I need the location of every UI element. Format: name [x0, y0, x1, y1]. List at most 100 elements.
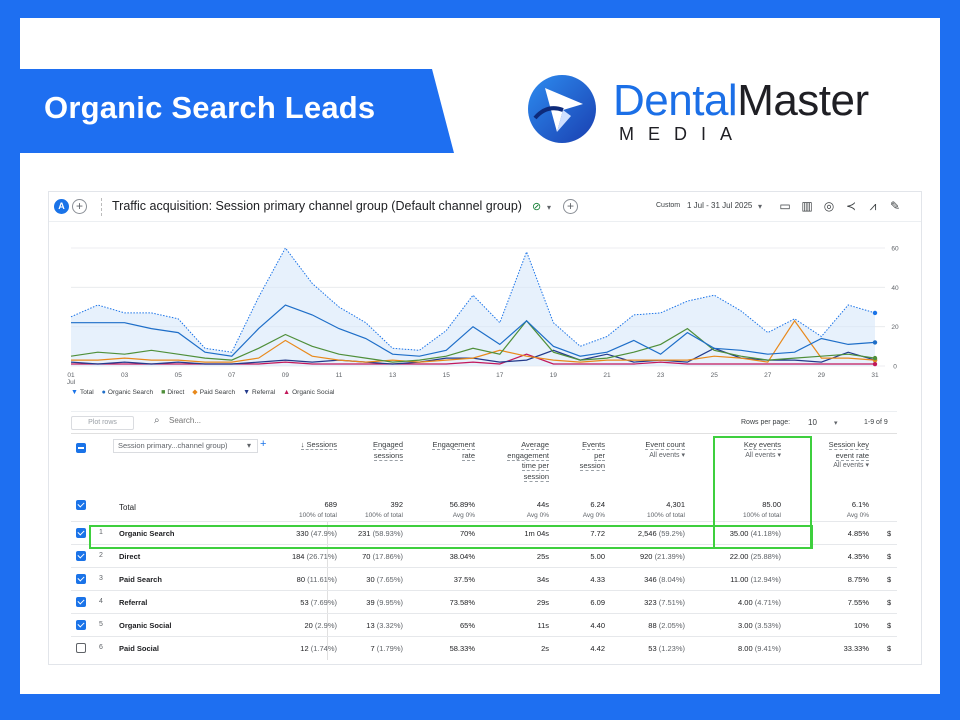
row-channel-name[interactable]: Organic Social: [119, 621, 172, 630]
cell-percent: (7.51%): [658, 598, 685, 607]
y-tick-label: 20: [891, 324, 899, 331]
add-report-icon[interactable]: +: [563, 199, 578, 214]
cell-percent: (1.79%): [376, 644, 403, 653]
add-comparison-icon[interactable]: +: [72, 199, 87, 214]
table-row[interactable]: 6 Paid Social 12 (1.74%) 7 (1.79%) 58.33% 2s 4…: [71, 636, 897, 660]
x-tick-label: 15: [443, 372, 451, 379]
totals-note: Avg 0%: [526, 512, 549, 519]
row-cell: 6.09: [590, 598, 605, 607]
dimension-dropdown-icon[interactable]: ▾: [247, 441, 251, 450]
date-range-picker[interactable]: 1 Jul - 31 Jul 2025: [687, 201, 752, 210]
logo-subtitle: MEDIA: [619, 124, 747, 144]
table-row[interactable]: 5 Organic Social 20 (2.9%) 13 (3.32%) 65% 11s…: [71, 613, 897, 637]
logo-mark-icon: [528, 75, 596, 143]
row-checkbox[interactable]: [76, 528, 86, 538]
column-header-1[interactable]: Engaged sessions: [372, 440, 403, 461]
cell-percent: (1.74%): [310, 644, 337, 653]
x-tick-label: 03: [121, 372, 129, 379]
row-cell: 4.00 (4.71%): [738, 598, 781, 607]
row-cell: 5.00: [590, 552, 605, 561]
legend-marker-icon: ▲: [283, 388, 291, 396]
row-checkbox[interactable]: [76, 643, 86, 653]
table-row[interactable]: 3 Paid Search 80 (11.61%) 30 (7.65%) 37.5% 34…: [71, 567, 897, 591]
column-header-5[interactable]: Event count All events ▾: [645, 440, 685, 461]
trailing-cell: $: [887, 575, 892, 584]
date-dropdown-icon[interactable]: ▾: [758, 202, 762, 211]
report-header: A + Traffic acquisition: Session primary…: [49, 192, 921, 222]
customize-report-icon[interactable]: ▥: [799, 198, 815, 214]
row-checkbox[interactable]: [76, 551, 86, 561]
column-header-3[interactable]: Average engagement time per session: [507, 440, 549, 482]
edit-icon[interactable]: ✎: [887, 198, 903, 214]
row-checkbox[interactable]: [76, 574, 86, 584]
column-header-7[interactable]: Session key event rate All events ▾: [828, 440, 869, 472]
report-title: Traffic acquisition: Session primary cha…: [112, 199, 522, 213]
column-metric-select[interactable]: All events ▾: [829, 461, 869, 472]
legend-item[interactable]: ● Organic Search: [102, 388, 153, 396]
insights-icon[interactable]: ◎: [821, 198, 837, 214]
row-cell: 2s: [541, 644, 549, 653]
legend-item[interactable]: ▼ Total: [71, 388, 94, 396]
select-all-checkbox[interactable]: [76, 443, 86, 453]
column-header-label: per: [594, 450, 605, 461]
column-header-2[interactable]: Engagement rate: [432, 440, 475, 461]
column-header-label: time per: [521, 461, 549, 471]
totals-checkbox[interactable]: [76, 500, 86, 510]
trailing-cell: $: [887, 644, 892, 653]
totals-cell: 4,301 100% of total: [647, 499, 685, 521]
legend-item[interactable]: ▲ Organic Social: [283, 388, 334, 396]
row-cell: 65%: [460, 621, 475, 630]
legend-item[interactable]: ◆ Paid Search: [192, 388, 235, 397]
cell-value: 20: [304, 621, 313, 630]
row-checkbox[interactable]: [76, 597, 86, 607]
legend-marker-icon: ▼: [243, 388, 251, 396]
cell-value: 4.40: [590, 621, 605, 630]
cell-value: 6.09: [590, 598, 605, 607]
legend-item[interactable]: ▼ Referral: [243, 388, 275, 396]
cell-value: 53: [300, 598, 309, 607]
row-checkbox[interactable]: [76, 620, 86, 630]
share-icon[interactable]: ≺: [843, 198, 859, 214]
legend-marker-icon: ▼: [71, 388, 78, 396]
row-channel-name[interactable]: Referral: [119, 598, 147, 607]
chevron-down-icon[interactable]: ▾: [547, 203, 551, 212]
compare-icon[interactable]: ▭: [777, 198, 793, 214]
analytics-report: A + Traffic acquisition: Session primary…: [48, 191, 922, 665]
column-header-label: Engagement: [432, 440, 475, 450]
row-channel-name[interactable]: Direct: [119, 552, 140, 561]
rows-per-page-dropdown-icon[interactable]: ▾: [834, 419, 838, 427]
search-input[interactable]: [169, 416, 329, 425]
row-cell: 4.42: [590, 644, 605, 653]
x-tick-label: 31: [871, 372, 879, 379]
property-avatar[interactable]: A: [54, 199, 69, 214]
trend-icon[interactable]: ⩘: [865, 198, 881, 214]
cell-value: 34s: [536, 575, 549, 584]
cell-value: 25s: [536, 552, 549, 561]
rows-per-page-select[interactable]: 10: [808, 418, 817, 427]
column-metric-select[interactable]: All events ▾: [645, 451, 685, 462]
dimension-select[interactable]: Session primary...channel group): [113, 439, 258, 453]
y-tick-label: 40: [891, 285, 899, 292]
row-channel-name[interactable]: Paid Social: [119, 644, 159, 653]
column-header-label: Average: [521, 440, 549, 450]
x-tick-label: 21: [603, 372, 611, 379]
cell-value: 39: [366, 598, 375, 607]
legend-label: Total: [79, 388, 94, 396]
cell-value: 4.35%: [847, 552, 869, 561]
y-tick-label: 60: [891, 246, 899, 253]
check-circle-icon[interactable]: ⊘: [532, 200, 541, 213]
banner-title: Organic Search Leads: [44, 90, 376, 125]
column-header-4[interactable]: Events per session: [579, 440, 605, 472]
add-dimension-icon[interactable]: +: [260, 438, 266, 450]
cell-value: 12: [300, 644, 309, 653]
cell-value: 4.85%: [847, 529, 869, 538]
row-cell: 4.35%: [848, 552, 869, 561]
column-header-0[interactable]: ↓ Sessions: [300, 440, 337, 451]
row-channel-name[interactable]: Paid Search: [119, 575, 162, 584]
row-cell: 39 (9.95%): [366, 598, 403, 607]
row-cell: 4.85%: [848, 529, 869, 538]
table-row[interactable]: 4 Referral 53 (7.69%) 39 (9.95%) 73.58% 29s 6.…: [71, 590, 897, 614]
legend-item[interactable]: ■ Direct: [161, 388, 184, 396]
cell-percent: (26.71%): [306, 552, 337, 561]
plot-rows-button[interactable]: Plot rows: [71, 416, 134, 430]
